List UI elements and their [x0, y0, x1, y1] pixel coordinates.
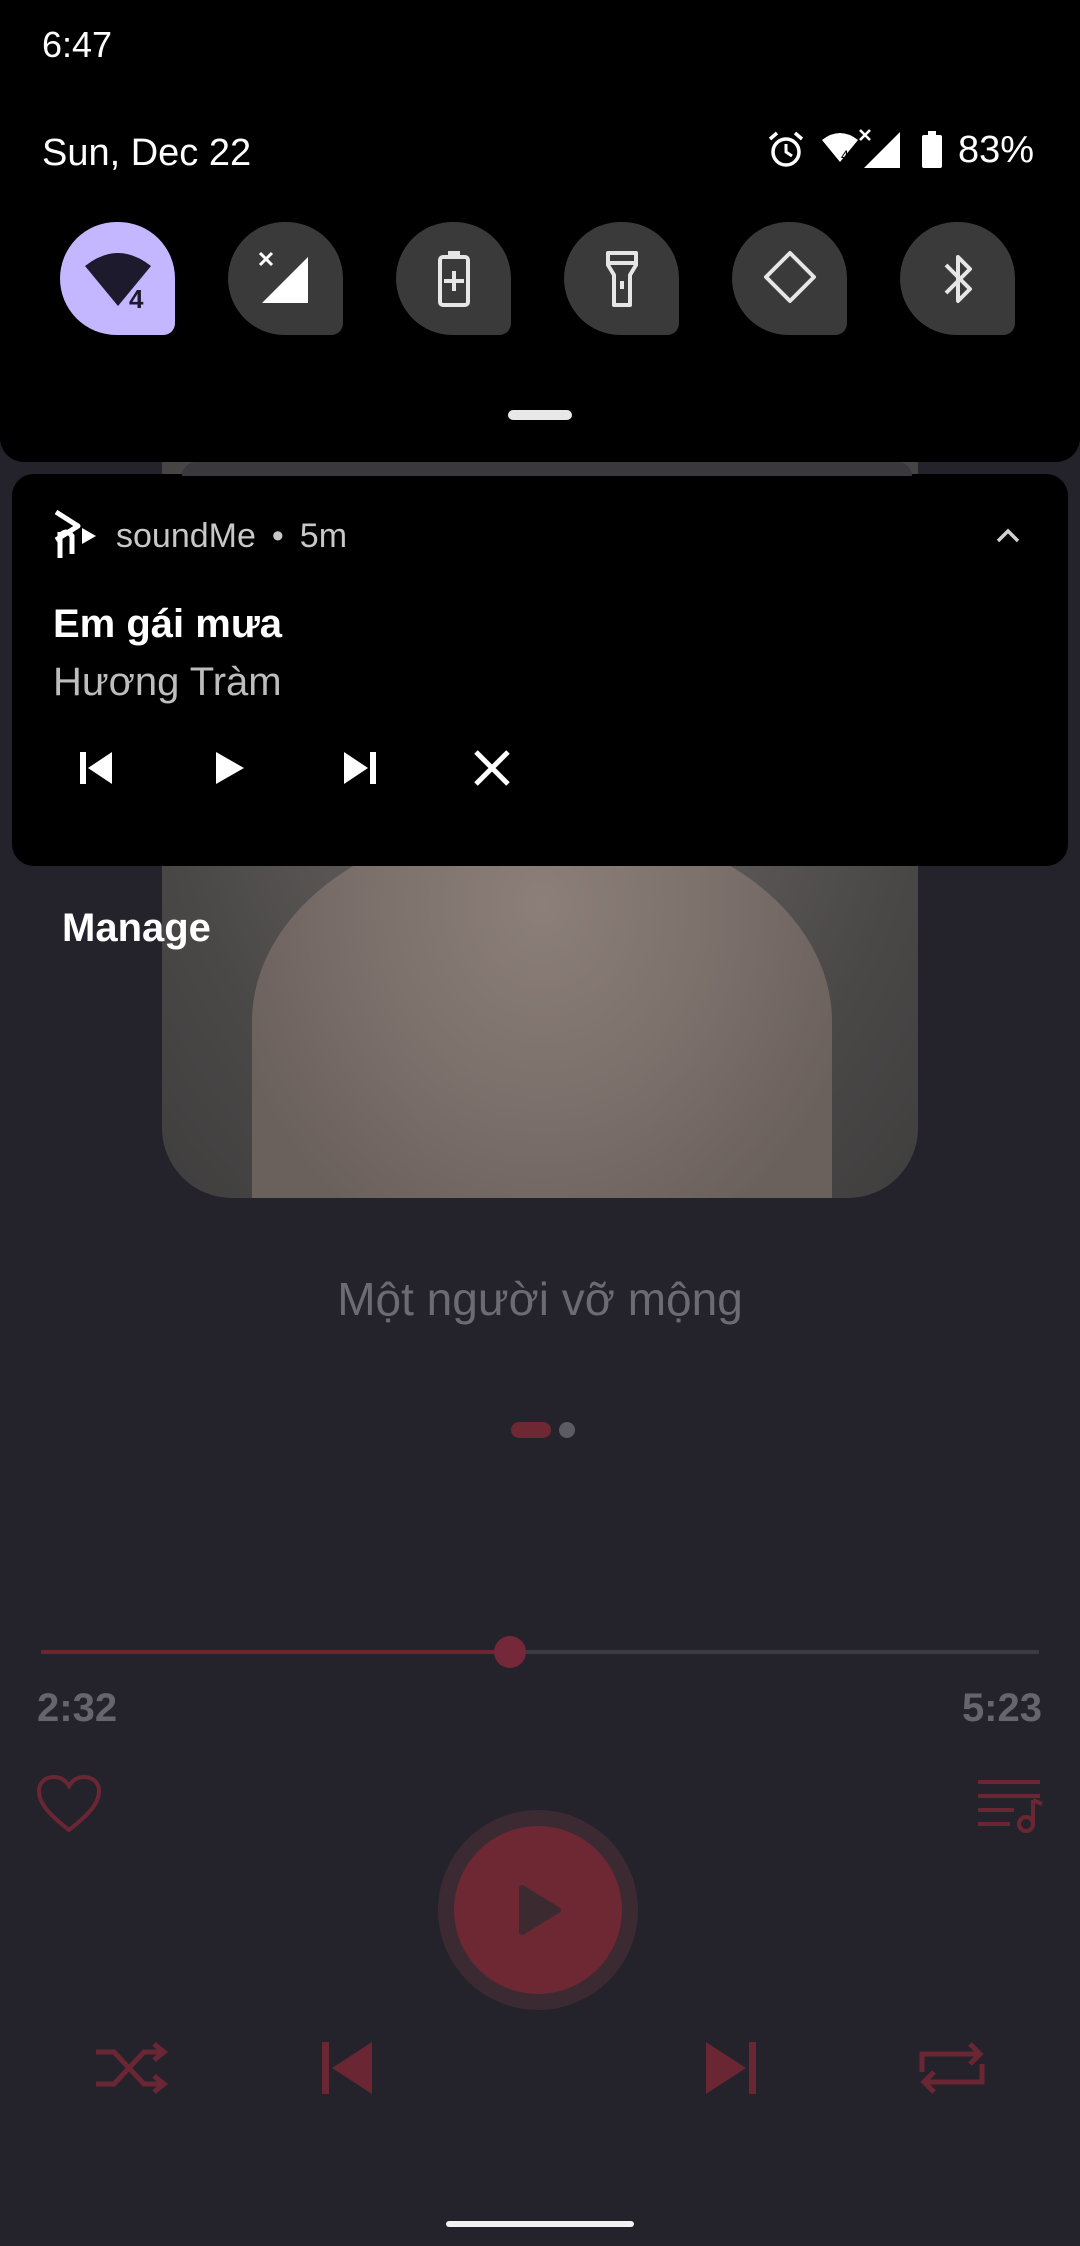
- tile-auto-rotate[interactable]: [732, 222, 847, 335]
- repeat-icon[interactable]: [912, 2036, 992, 2100]
- favorite-heart-icon[interactable]: [36, 1774, 102, 1834]
- next-icon[interactable]: [692, 2036, 772, 2100]
- svg-text:4: 4: [129, 284, 144, 310]
- quick-settings-panel: 6:47 Sun, Dec 22 4 83% 4: [0, 0, 1080, 462]
- song-title: Một người vỡ mộng: [337, 1273, 743, 1325]
- status-clock: 6:47: [42, 24, 113, 65]
- notification-controls: [72, 744, 516, 792]
- shuffle-icon[interactable]: [92, 2036, 172, 2100]
- previous-icon[interactable]: [306, 2036, 386, 2100]
- notification-app-name: soundMe: [116, 516, 256, 555]
- status-icons: 4 83%: [766, 128, 1034, 172]
- soundme-logo-icon: [54, 510, 96, 558]
- previous-icon: [80, 752, 112, 784]
- tile-battery-saver[interactable]: [396, 222, 511, 335]
- page-indicator: [511, 1422, 575, 1438]
- collapse-chevron-icon[interactable]: [994, 526, 1022, 546]
- elapsed-time: 2:32: [37, 1686, 118, 1730]
- page-dot: [559, 1422, 575, 1438]
- seek-bar-progress: [41, 1650, 511, 1654]
- playlist-queue-icon[interactable]: [974, 1774, 1044, 1834]
- wifi-cellular-status-icon: 4: [821, 129, 900, 168]
- tile-mobile-data[interactable]: [228, 222, 343, 335]
- play-icon: [216, 752, 244, 784]
- date-label[interactable]: Sun, Dec 22: [42, 132, 251, 175]
- gesture-nav-bar[interactable]: [446, 2221, 634, 2227]
- notification-time: 5m: [299, 516, 348, 555]
- notif-next-button[interactable]: [336, 744, 384, 792]
- seek-bar-thumb[interactable]: [494, 1636, 527, 1668]
- rotate-icon: [763, 250, 816, 303]
- manage-notifications-button[interactable]: Manage: [62, 906, 211, 951]
- notif-play-button[interactable]: [204, 744, 252, 792]
- battery-saver-icon: [437, 250, 470, 307]
- notification-song-title: Em gái mưa: [53, 602, 283, 646]
- notification-artist: Hương Tràm: [53, 660, 282, 704]
- svg-text:4: 4: [841, 147, 849, 163]
- notif-close-button[interactable]: [468, 744, 516, 792]
- seek-bar[interactable]: [41, 1636, 1039, 1668]
- play-icon: [519, 1885, 561, 1935]
- alarm-icon: [768, 131, 804, 167]
- battery-percent: 83%: [957, 128, 1034, 171]
- bluetooth-icon: [944, 254, 972, 303]
- flashlight-icon: [605, 250, 638, 307]
- media-notification[interactable]: soundMe • 5m Em gái mưa Hương Tràm: [12, 462, 1068, 866]
- quick-settings-tiles: 4: [60, 222, 1015, 335]
- main-play-button[interactable]: [454, 1826, 622, 1994]
- tile-flashlight[interactable]: [564, 222, 679, 335]
- cellular-off-icon: [258, 251, 308, 303]
- notification-separator: •: [271, 516, 284, 555]
- tile-wifi[interactable]: 4: [60, 222, 175, 335]
- close-icon: [474, 750, 510, 786]
- tile-bluetooth[interactable]: [900, 222, 1015, 335]
- next-icon: [344, 752, 376, 784]
- notif-previous-button[interactable]: [72, 744, 120, 792]
- notification-header: soundMe • 5m: [52, 510, 347, 562]
- total-duration: 5:23: [961, 1686, 1042, 1730]
- page-dot-active: [511, 1422, 551, 1438]
- battery-icon: [921, 131, 942, 168]
- panel-drag-handle[interactable]: [508, 410, 572, 420]
- wifi-icon: 4: [84, 252, 151, 310]
